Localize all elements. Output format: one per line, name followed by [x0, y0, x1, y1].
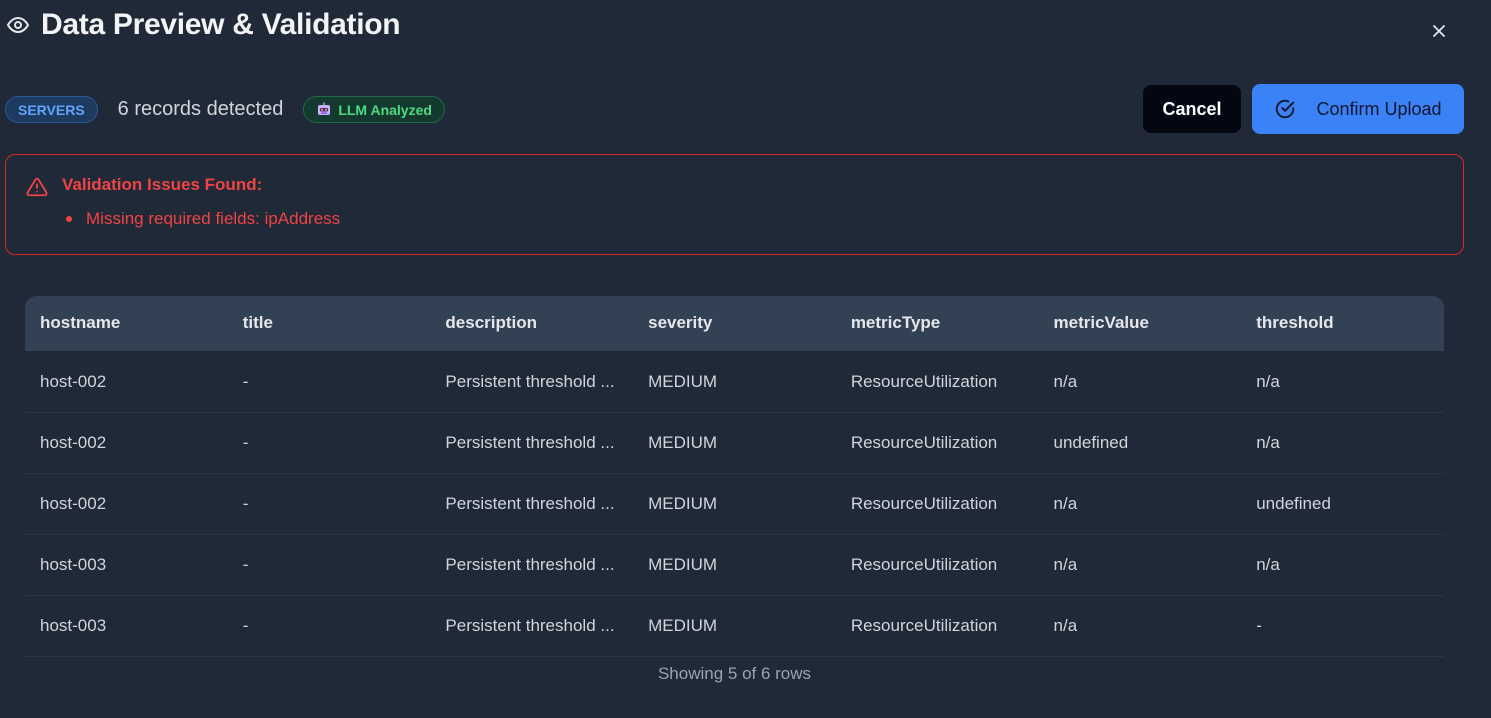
llm-analyzed-badge: LLM Analyzed	[303, 96, 445, 123]
cell-severity: MEDIUM	[633, 534, 836, 596]
table-row: host-002 - Persistent threshold ... MEDI…	[25, 351, 1444, 413]
cell-description: Persistent threshold ...	[430, 595, 634, 657]
cell-threshold: undefined	[1241, 473, 1444, 535]
rows-count-note: Showing 5 of 6 rows	[657, 664, 812, 683]
cell-description: Persistent threshold ...	[430, 534, 634, 596]
table-header-row: hostname title description severity metr…	[25, 296, 1444, 352]
robot-icon	[316, 102, 332, 118]
cell-title: -	[227, 412, 431, 474]
warning-triangle-icon	[26, 176, 48, 198]
column-header-title: title	[227, 296, 431, 352]
confirm-upload-button[interactable]: Confirm Upload	[1252, 84, 1464, 134]
cell-hostname: host-003	[25, 595, 228, 657]
cell-description: Persistent threshold ...	[430, 351, 634, 413]
close-icon	[1431, 23, 1447, 44]
cell-description: Persistent threshold ...	[430, 412, 634, 474]
validation-issue: Missing required fields: ipAddress	[62, 209, 340, 229]
table-row: host-003 - Persistent threshold ... MEDI…	[25, 534, 1444, 596]
table-body: host-002 - Persistent threshold ... MEDI…	[25, 351, 1444, 657]
table-row: host-002 - Persistent threshold ... MEDI…	[25, 412, 1444, 474]
cell-metrictype: ResourceUtilization	[835, 351, 1039, 413]
column-header-hostname: hostname	[25, 296, 228, 352]
cell-threshold: n/a	[1241, 412, 1444, 474]
eye-icon	[5, 12, 31, 38]
cell-hostname: host-002	[25, 473, 228, 535]
cell-severity: MEDIUM	[633, 473, 836, 535]
column-header-metricvalue: metricValue	[1038, 296, 1242, 352]
cell-metrictype: ResourceUtilization	[835, 412, 1039, 474]
cell-title: -	[227, 595, 431, 657]
cell-title: -	[227, 473, 431, 535]
validation-title: Validation Issues Found:	[62, 175, 263, 194]
column-header-description: description	[430, 296, 634, 352]
cell-metricvalue: n/a	[1038, 351, 1242, 413]
cell-threshold: n/a	[1241, 534, 1444, 596]
records-count: 6 records detected	[117, 98, 284, 120]
preview-table: hostname title description severity metr…	[25, 296, 1444, 657]
cell-metricvalue: n/a	[1038, 473, 1242, 535]
cell-severity: MEDIUM	[633, 412, 836, 474]
table-header: hostname title description severity metr…	[25, 296, 1444, 352]
cell-metricvalue: n/a	[1038, 534, 1242, 596]
cell-hostname: host-002	[25, 412, 228, 474]
cell-title: -	[227, 534, 431, 596]
preview-table-container: hostname title description severity metr…	[25, 296, 1444, 657]
cell-description: Persistent threshold ...	[430, 473, 634, 535]
close-button[interactable]	[1426, 20, 1452, 46]
cell-metrictype: ResourceUtilization	[835, 473, 1039, 535]
column-header-threshold: threshold	[1241, 296, 1444, 352]
cell-metricvalue: n/a	[1038, 595, 1242, 657]
cell-title: -	[227, 351, 431, 413]
cell-threshold: -	[1241, 595, 1444, 657]
cell-severity: MEDIUM	[633, 595, 836, 657]
cell-metricvalue: undefined	[1038, 412, 1242, 474]
table-row: host-002 - Persistent threshold ... MEDI…	[25, 473, 1444, 535]
column-header-metrictype: metricType	[835, 296, 1039, 352]
cell-hostname: host-003	[25, 534, 228, 596]
cell-hostname: host-002	[25, 351, 228, 413]
llm-badge-label: LLM Analyzed	[338, 101, 432, 118]
validation-panel: Validation Issues Found: Missing require…	[5, 154, 1464, 255]
check-circle-icon	[1274, 98, 1296, 120]
modal-header: Data Preview & Validation	[5, 8, 401, 42]
cell-severity: MEDIUM	[633, 351, 836, 413]
data-preview-modal: Data Preview & Validation SERVERS 6 reco…	[0, 0, 1491, 718]
data-type-badge: SERVERS	[5, 96, 98, 123]
cell-metrictype: ResourceUtilization	[835, 595, 1039, 657]
column-header-severity: severity	[633, 296, 836, 352]
validation-issues-list: Missing required fields: ipAddress	[62, 209, 340, 229]
confirm-upload-label: Confirm Upload	[1316, 98, 1442, 119]
cell-threshold: n/a	[1241, 351, 1444, 413]
cancel-button[interactable]: Cancel	[1143, 85, 1241, 133]
cell-metrictype: ResourceUtilization	[835, 534, 1039, 596]
modal-title: Data Preview & Validation	[41, 8, 401, 41]
table-row: host-003 - Persistent threshold ... MEDI…	[25, 595, 1444, 657]
info-row: SERVERS 6 records detected LLM Analyzed	[5, 96, 445, 123]
